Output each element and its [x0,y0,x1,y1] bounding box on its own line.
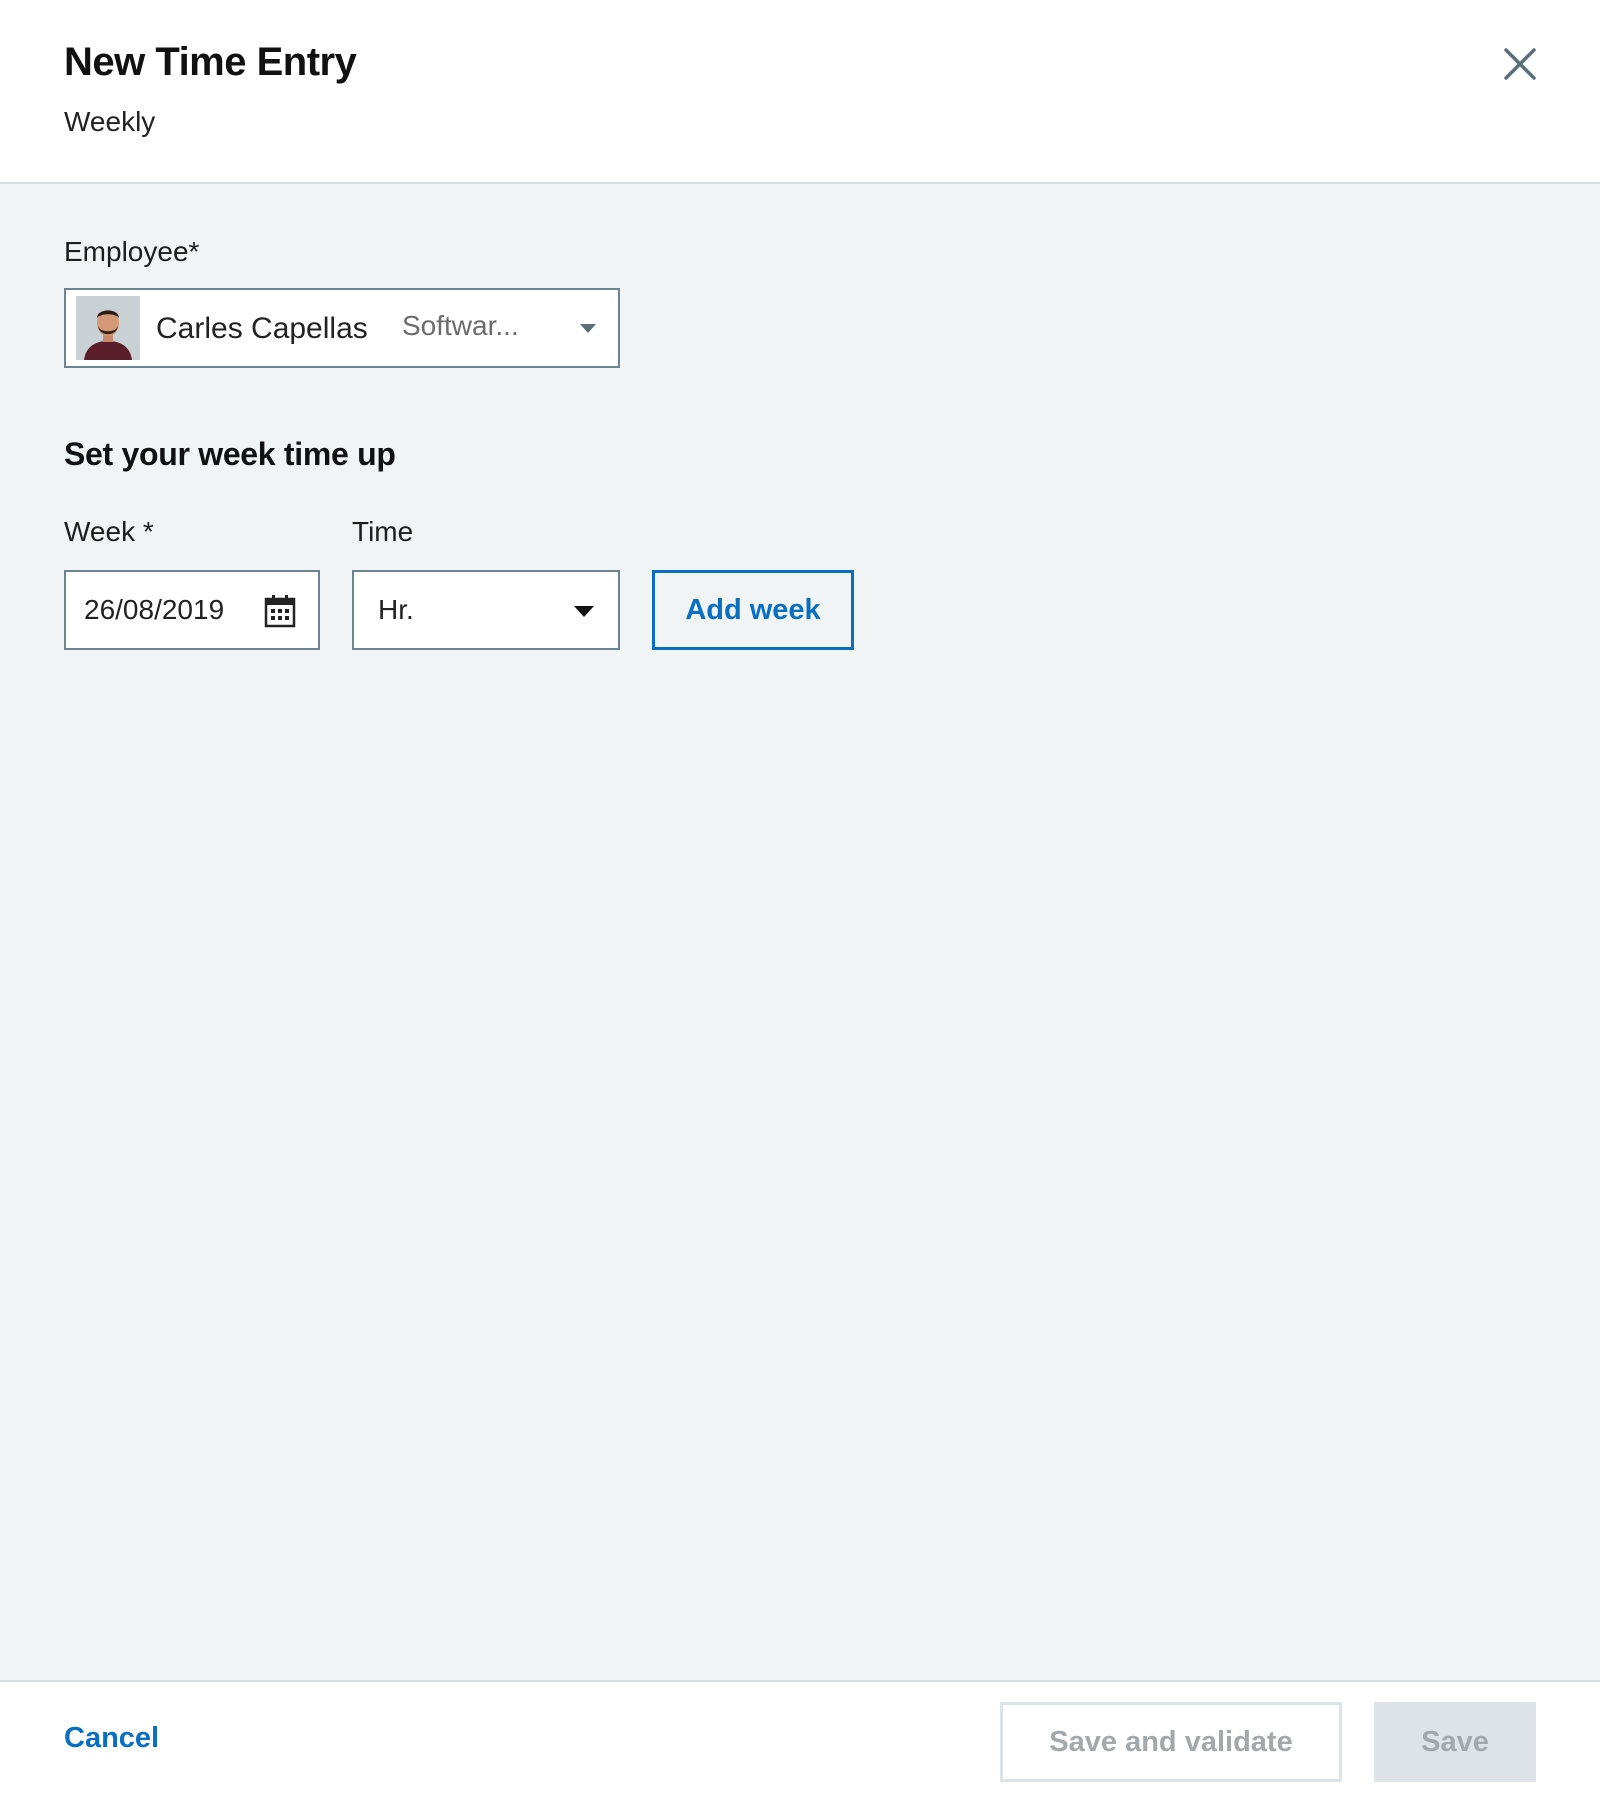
time-label: Time [352,516,414,547]
cancel-button[interactable]: Cancel [64,1722,159,1755]
time-unit-select[interactable]: Hr. [352,570,620,650]
employee-select[interactable]: Carles Capellas Softwar... [64,288,620,368]
employee-role: Softwar... [402,310,519,341]
time-unit-value: Hr. [378,594,414,625]
modal-footer: Cancel Save and validate Save [0,1680,1600,1800]
modal-title: New Time Entry [64,40,357,84]
week-label: Week * [64,516,154,547]
save-button[interactable]: Save [1374,1702,1536,1782]
close-button[interactable] [1496,40,1544,88]
modal-subtitle: Weekly [64,106,156,137]
employee-label: Employee* [64,236,200,267]
week-date-value: 26/08/2019 [84,594,225,625]
employee-name: Carles Capellas [156,312,368,345]
avatar [76,296,140,360]
modal-body: Employee* Carles Capellas Softwar... Set… [0,184,1600,1680]
calendar-icon[interactable] [264,594,296,628]
chevron-down-icon [574,606,594,617]
week-date-input[interactable]: 26/08/2019 [64,570,320,650]
modal-header: New Time Entry Weekly [0,0,1600,184]
add-week-button[interactable]: Add week [652,570,854,650]
new-time-entry-modal: New Time Entry Weekly Employee* Carles C… [0,0,1600,1800]
save-and-validate-button[interactable]: Save and validate [1000,1702,1342,1782]
section-heading: Set your week time up [64,436,396,472]
close-icon [1504,48,1536,80]
chevron-down-icon [580,324,596,333]
